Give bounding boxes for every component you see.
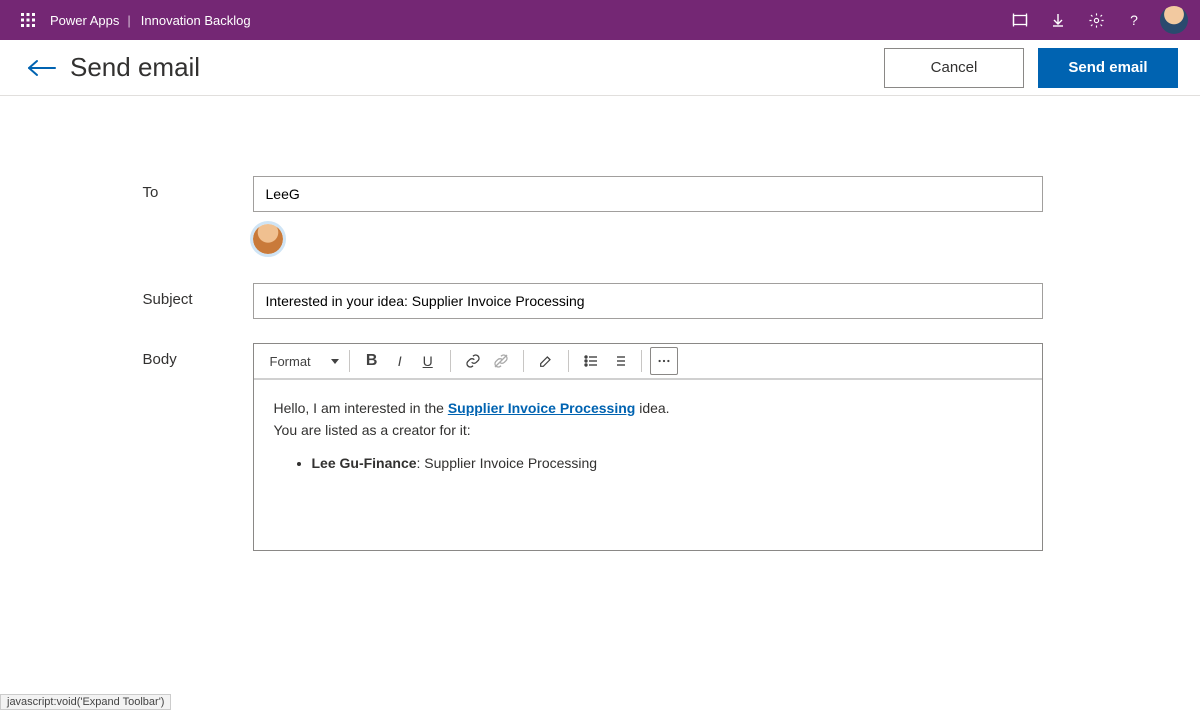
subject-label: Subject	[143, 283, 253, 308]
page-title: Send email	[70, 52, 200, 83]
editor-toolbar: Format B I U	[254, 344, 1042, 380]
status-bar: javascript:void('Expand Toolbar')	[0, 694, 171, 710]
recipient-chip-avatar[interactable]	[253, 224, 283, 254]
back-arrow-icon[interactable]	[22, 49, 60, 87]
body-text: You are listed as a creator for it:	[274, 420, 1022, 442]
editor-content[interactable]: Hello, I am interested in the Supplier I…	[254, 380, 1042, 550]
number-list-icon[interactable]	[605, 347, 633, 375]
format-label: Format	[270, 354, 311, 369]
gear-icon[interactable]	[1078, 0, 1114, 40]
waffle-icon[interactable]	[8, 0, 48, 40]
email-form: To Subject Body Format B I U	[0, 96, 1200, 551]
clear-format-icon[interactable]	[532, 347, 560, 375]
idea-link[interactable]: Supplier Invoice Processing	[448, 400, 636, 416]
creator-list-item: Lee Gu-Finance: Supplier Invoice Process…	[312, 453, 1022, 475]
svg-text:?: ?	[1130, 12, 1138, 28]
body-text: idea.	[635, 400, 669, 416]
body-editor: Format B I U	[253, 343, 1043, 551]
cancel-button[interactable]: Cancel	[884, 48, 1024, 88]
send-email-button[interactable]: Send email	[1038, 48, 1178, 88]
to-label: To	[143, 176, 253, 201]
unlink-icon[interactable]	[487, 347, 515, 375]
body-text: Hello, I am interested in the	[274, 400, 448, 416]
user-avatar[interactable]	[1160, 6, 1188, 34]
chevron-down-icon	[331, 359, 339, 364]
app-name: Innovation Backlog	[141, 13, 251, 28]
app-topbar: Power Apps | Innovation Backlog ?	[0, 0, 1200, 40]
separator: |	[127, 13, 130, 28]
italic-button[interactable]: I	[386, 347, 414, 375]
bullet-list-icon[interactable]	[577, 347, 605, 375]
format-dropdown[interactable]: Format	[264, 354, 349, 369]
page-header: Send email Cancel Send email	[0, 40, 1200, 96]
help-icon[interactable]: ?	[1116, 0, 1152, 40]
more-toolbar-icon[interactable]	[650, 347, 678, 375]
bold-button[interactable]: B	[358, 347, 386, 375]
link-icon[interactable]	[459, 347, 487, 375]
download-icon[interactable]	[1040, 0, 1076, 40]
body-label: Body	[143, 343, 253, 368]
subject-input[interactable]	[253, 283, 1043, 319]
underline-button[interactable]: U	[414, 347, 442, 375]
fit-screen-icon[interactable]	[1002, 0, 1038, 40]
product-name: Power Apps	[50, 13, 119, 28]
to-input[interactable]	[253, 176, 1043, 212]
